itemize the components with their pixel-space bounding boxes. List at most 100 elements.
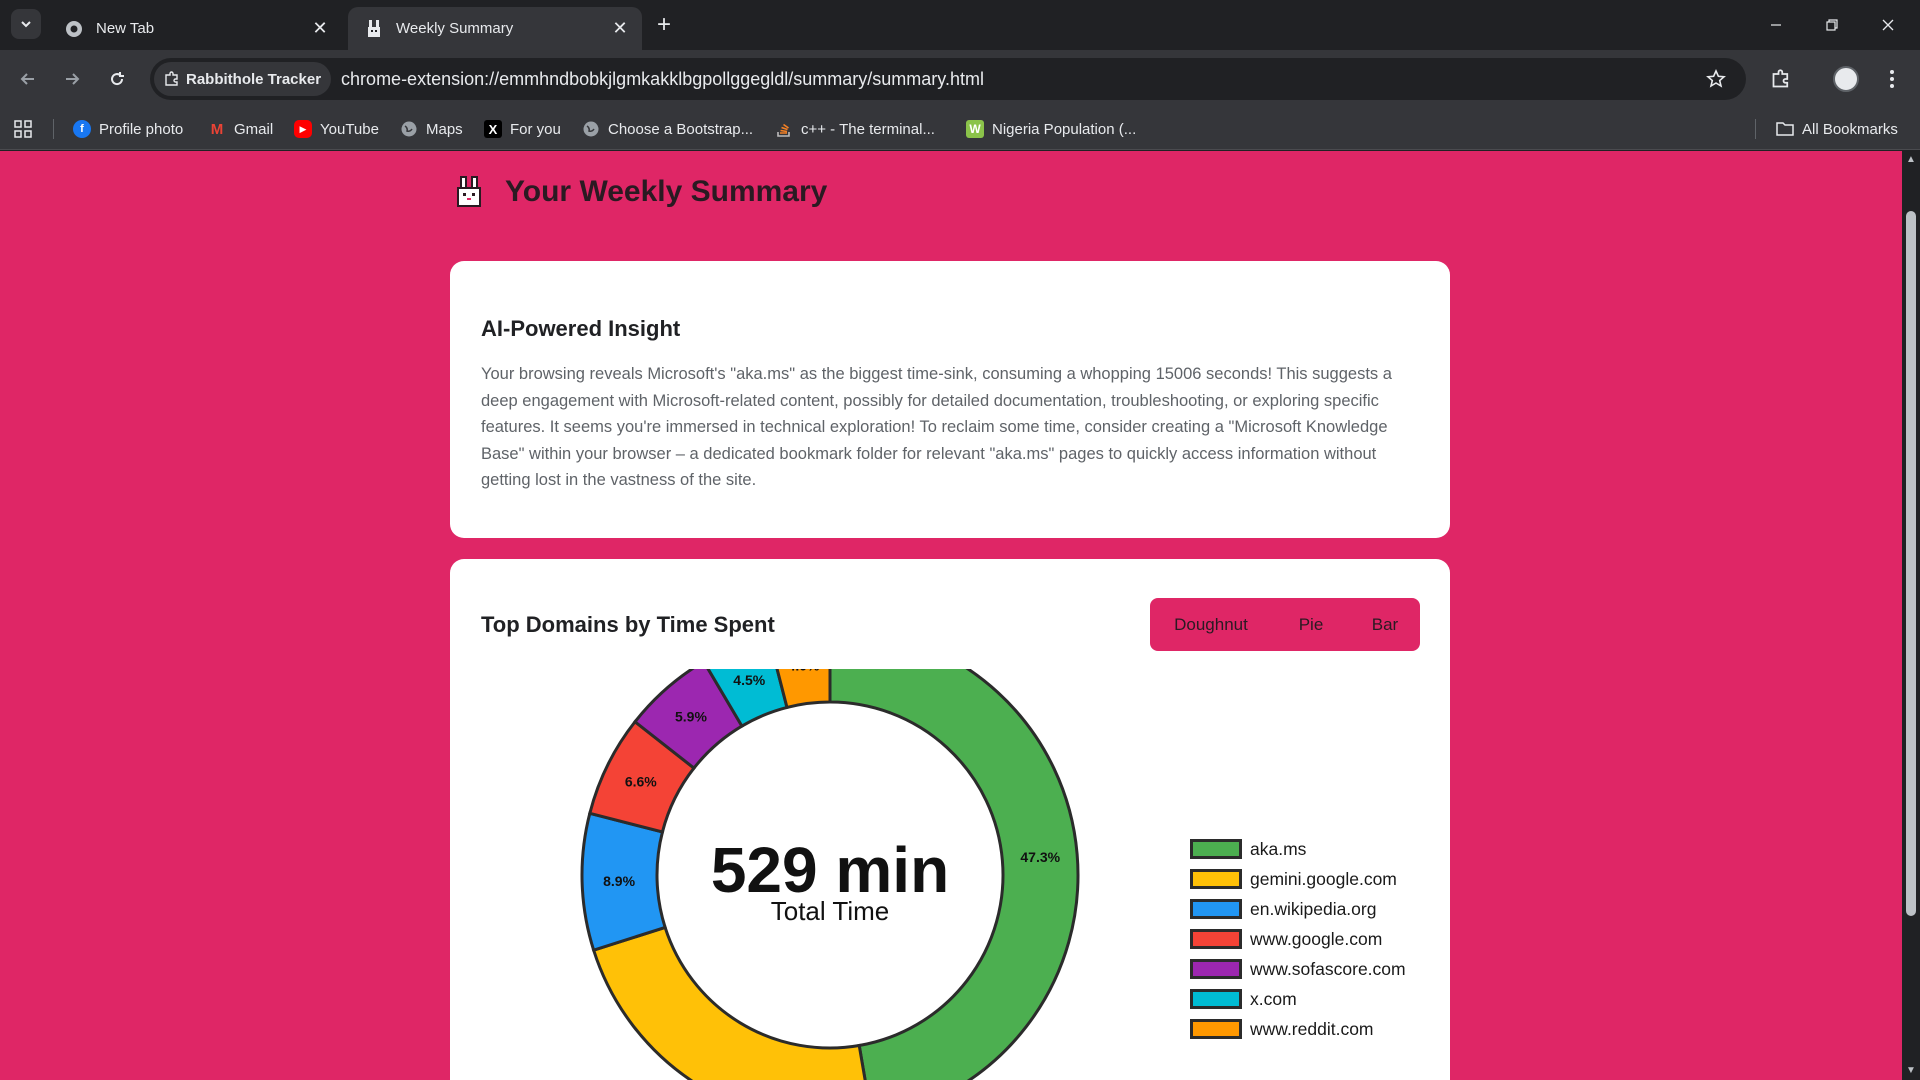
facebook-icon: f [73,120,91,138]
browser-toolbar: Rabbithole Tracker chrome-extension://em… [0,50,1920,108]
back-button[interactable] [12,63,44,95]
tab-search-button[interactable] [11,9,41,39]
tab-weekly-summary[interactable]: Weekly Summary ✕ [348,7,642,50]
legend-label: en.wikipedia.org [1250,898,1377,919]
minimize-icon [1771,24,1781,26]
legend-label: www.sofascore.com [1250,958,1406,979]
restore-icon [1826,19,1838,31]
reload-button[interactable] [101,63,133,95]
puzzle-icon [165,71,178,86]
legend-label: gemini.google.com [1250,868,1397,889]
scroll-up-arrow-icon[interactable]: ▲ [1906,155,1916,165]
chart-slice-label: 8.9% [603,873,635,889]
bookmark-maps[interactable]: Maps [400,117,463,141]
legend-label: x.com [1250,988,1297,1009]
apps-button[interactable] [14,117,32,141]
address-bar[interactable]: Rabbithole Tracker chrome-extension://em… [150,58,1746,100]
arrow-left-icon [20,73,34,85]
star-icon [1706,69,1726,88]
legend-item[interactable]: www.reddit.com [1190,1014,1406,1044]
insight-heading: AI-Powered Insight [481,316,681,341]
new-tab-button[interactable]: + [650,11,678,39]
chart-slice-label: 5.9% [675,708,707,724]
legend-swatch [1190,929,1242,949]
extension-chip[interactable]: Rabbithole Tracker [154,62,332,96]
forward-button[interactable] [56,63,88,95]
bookmark-gmail[interactable]: M Gmail [208,117,273,141]
insight-card: AI-Powered Insight Your browsing reveals… [450,261,1450,538]
legend-swatch [1190,1019,1242,1039]
folder-icon [1776,120,1794,138]
legend-label: aka.ms [1250,838,1307,859]
chart-type-toggle: Doughnut Pie Bar [1150,598,1420,651]
bookmark-nigeria-population[interactable]: W Nigeria Population (... [966,117,1136,141]
gmail-icon: M [210,120,224,138]
legend-item[interactable]: aka.ms [1190,834,1406,864]
restore-button[interactable] [1812,10,1852,40]
divider [53,119,54,139]
insight-text: Your browsing reveals Microsoft's "aka.m… [481,365,1392,489]
legend-swatch [1190,869,1242,889]
chart-card: Top Domains by Time Spent Doughnut Pie B… [450,559,1450,1080]
legend-item[interactable]: gemini.google.com [1190,864,1406,894]
vertical-scrollbar[interactable]: ▲ ▼ [1902,151,1920,1080]
bookmark-label: YouTube [320,120,379,138]
legend-item[interactable]: en.wikipedia.org [1190,894,1406,924]
window-close-button[interactable] [1868,10,1908,40]
divider [1755,119,1756,139]
profile-button[interactable] [1830,63,1862,95]
legend-label: www.google.com [1250,928,1383,949]
globe-icon [582,120,600,138]
page-viewport: Your Weekly Summary AI-Powered Insight Y… [0,151,1902,1080]
chart-slice-label: 4.0% [788,669,820,674]
close-icon[interactable]: ✕ [308,17,332,41]
scrollbar-thumb[interactable] [1906,211,1916,916]
tab-title: Weekly Summary [396,20,514,37]
legend-item[interactable]: www.google.com [1190,924,1406,954]
chart-slice-label: 4.5% [733,672,765,688]
menu-button[interactable] [1876,63,1908,95]
globe-icon [400,120,418,138]
bookmark-profile-photo[interactable]: f Profile photo [73,117,183,141]
all-bookmarks-button[interactable]: All Bookmarks [1776,117,1898,141]
all-bookmarks-label: All Bookmarks [1802,120,1898,138]
x-icon: X [484,120,502,138]
bookmark-cpp-terminal[interactable]: c++ - The terminal... [775,117,935,141]
chart-slice-gemini-google-com[interactable] [591,925,872,1080]
bookmark-label: Profile photo [99,120,184,138]
reload-icon [111,72,124,86]
youtube-icon: ▶ [294,120,312,138]
chart-heading: Top Domains by Time Spent [481,612,775,637]
legend-item[interactable]: x.com [1190,984,1406,1014]
arrow-right-icon [66,73,80,85]
toggle-doughnut-button[interactable]: Doughnut [1150,598,1272,651]
extensions-button[interactable] [1765,63,1797,95]
chart-slice-label: 47.3% [1020,849,1060,865]
avatar [1833,66,1859,92]
bookmark-star-button[interactable] [1704,67,1728,91]
page-title: Your Weekly Summary [505,175,828,208]
kebab-menu-icon [1890,70,1894,88]
close-icon[interactable]: ✕ [608,17,632,41]
chevron-down-icon [21,21,31,28]
stackoverflow-icon [775,120,793,138]
bookmark-for-you[interactable]: X For you [484,117,561,141]
bookmarks-bar: f Profile photo M Gmail ▶ YouTube Maps X… [0,108,1920,150]
bookmark-bootstrap[interactable]: Choose a Bootstrap... [582,117,753,141]
url-text[interactable]: chrome-extension://emmhndbobkjlgmkakklbg… [341,69,984,90]
legend-item[interactable]: www.sofascore.com [1190,954,1406,984]
w-icon: W [966,120,984,138]
chart-legend: aka.ms gemini.google.com en.wikipedia.org w… [1190,834,1406,1044]
minimize-button[interactable] [1756,10,1796,40]
bookmark-label: Maps [426,120,463,138]
bookmark-label: For you [510,120,561,138]
toggle-pie-button[interactable]: Pie [1272,598,1350,651]
bookmark-youtube[interactable]: ▶ YouTube [294,117,379,141]
rabbit-icon [457,176,481,207]
legend-swatch [1190,959,1242,979]
tab-new-tab[interactable]: New Tab ✕ [48,7,342,50]
legend-swatch [1190,899,1242,919]
tab-title: New Tab [96,20,155,37]
scroll-down-arrow-icon[interactable]: ▼ [1906,1066,1916,1076]
toggle-bar-button[interactable]: Bar [1350,598,1420,651]
